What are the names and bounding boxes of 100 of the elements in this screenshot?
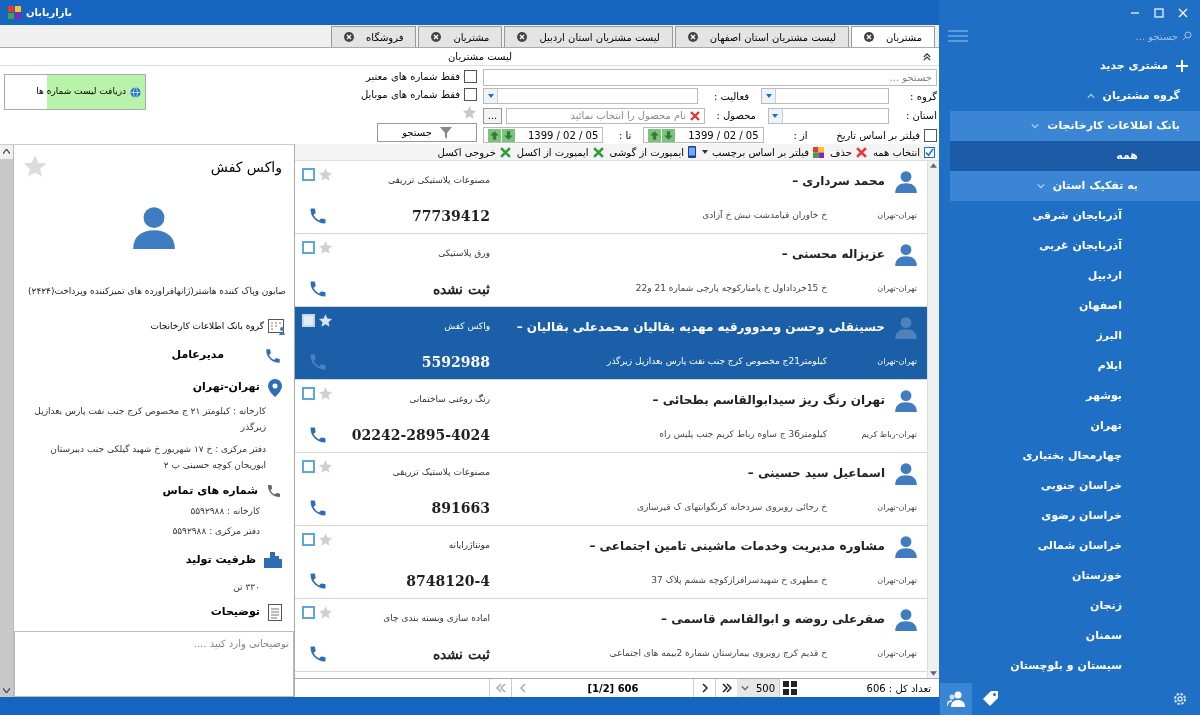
fetch-numbers-button[interactable]: دریافت لیست شماره ها (4, 74, 146, 110)
nav-item[interactable]: بانک اطلاعات کارخانجات (950, 111, 1200, 141)
nav-item[interactable]: البرز (950, 321, 1200, 351)
first-page-icon[interactable] (494, 682, 507, 694)
nav-item[interactable]: اصفهان (950, 291, 1200, 321)
nav-item[interactable]: همه (950, 141, 1200, 171)
close-icon[interactable] (344, 32, 355, 42)
dropdown-toggle[interactable] (484, 89, 498, 104)
nav-item[interactable]: آذربایجان شرقی (950, 201, 1200, 231)
checkbox[interactable] (464, 70, 477, 83)
nav-item[interactable]: خراسان رضوی (950, 501, 1200, 531)
star-icon[interactable] (318, 605, 333, 620)
toolbar-button[interactable]: ایمپورت از اکسل (516, 144, 604, 160)
nav-item[interactable]: تهران (950, 411, 1200, 441)
address-text: خ رجائی روبروی سردخانه کرنگوانتهای ک قیرسازی (635, 501, 827, 515)
select-all-button[interactable]: انتخاب همه (872, 144, 935, 160)
close-icon[interactable] (687, 32, 698, 42)
nav-item[interactable]: خراسان جنوبی (950, 471, 1200, 501)
sidebar-search-field[interactable]: جستجو ... (1098, 28, 1178, 44)
settings-icon[interactable] (1172, 691, 1188, 707)
scroll-up-icon (3, 149, 10, 154)
checkbox[interactable] (464, 88, 477, 101)
page-info: [1/2] 606 (586, 681, 640, 696)
checkbox[interactable] (302, 606, 315, 619)
date-value: 1399 / 02 / 05 (688, 128, 759, 143)
nav-item[interactable]: چهارمحال بختیاری (950, 441, 1200, 471)
location-text: تهران-تهران (876, 575, 917, 587)
star-icon[interactable] (318, 313, 333, 328)
tab[interactable]: فروشگاه (331, 26, 417, 47)
scrollbar[interactable] (927, 161, 939, 678)
checkbox[interactable] (302, 533, 315, 546)
search-field[interactable]: جستجو ... (483, 69, 937, 86)
date-field[interactable]: 1399 / 02 / 05 (643, 127, 764, 144)
nav-item[interactable]: خوزستان (950, 561, 1200, 591)
page-size-dropdown[interactable]: 500 (737, 679, 779, 697)
star-icon[interactable] (318, 386, 333, 401)
nav-item[interactable]: مشتری جدید (940, 51, 1200, 81)
nav-item[interactable]: به تفکیک استان (950, 171, 1200, 201)
dropdown-toggle[interactable] (768, 108, 783, 123)
browse-button[interactable]: ... (483, 107, 502, 124)
nav-item[interactable]: سمنان (950, 621, 1200, 651)
checkbox[interactable] (302, 460, 315, 473)
phone-icon (264, 346, 282, 365)
grid-icon[interactable] (782, 681, 797, 695)
dropdown-field[interactable] (483, 88, 698, 105)
product-text: مصنوعات پلاستیک تزریقی (391, 466, 490, 480)
tab[interactable]: لیست مشتریان استان اردبیل (504, 26, 673, 47)
tab[interactable]: مشتریان (418, 26, 503, 47)
checkbox[interactable] (302, 387, 315, 400)
nav-item[interactable]: بوشهر (950, 381, 1200, 411)
tag-icon[interactable] (982, 690, 1000, 708)
tab[interactable]: لیست مشتریان استان اصفهان (674, 26, 849, 47)
phone-number: 5592988 (420, 352, 490, 372)
star-icon[interactable] (462, 105, 477, 120)
maximize-icon[interactable] (1154, 7, 1164, 18)
product-text: رنگ روغنی ساختمانی (408, 393, 490, 407)
up-arrow-icon[interactable] (488, 128, 501, 142)
tab[interactable]: مشتریان (851, 26, 935, 47)
notes-field[interactable]: توضیحاتی وارد کنید .... (14, 631, 294, 697)
star-icon[interactable] (22, 153, 48, 179)
nav-item[interactable]: گروه مشتریان (940, 81, 1200, 111)
star-icon[interactable] (318, 167, 333, 182)
nav-item[interactable]: زنجان (950, 591, 1200, 621)
toolbar-button[interactable]: خروجی اکسل (437, 144, 511, 160)
close-icon[interactable] (431, 32, 442, 42)
star-icon[interactable] (318, 459, 333, 474)
up-arrow-icon[interactable] (648, 128, 662, 142)
nav-item[interactable]: خراسان شمالی (950, 531, 1200, 561)
search-button[interactable]: جستجو (377, 123, 477, 142)
close-icon[interactable] (864, 32, 874, 42)
toolbar-button[interactable]: حذف (830, 144, 867, 160)
dropdown-field[interactable] (767, 107, 889, 124)
collapse-icon[interactable] (923, 52, 931, 61)
date-field[interactable]: 1399 / 02 / 05 (483, 127, 604, 144)
dropdown-field[interactable] (761, 88, 889, 105)
nav-item[interactable]: سیستان و بلوچستان (950, 651, 1200, 681)
down-arrow-icon[interactable] (662, 128, 676, 142)
product-text: اماده سازی وبسته بندی چای (382, 612, 490, 626)
nav-item[interactable]: ایلام (950, 351, 1200, 381)
scrollbar[interactable] (0, 145, 14, 697)
users-icon[interactable] (947, 691, 965, 707)
checkbox[interactable] (924, 146, 935, 158)
nav-item[interactable]: اردبیل (950, 261, 1200, 291)
dropdown-toggle[interactable] (762, 89, 776, 104)
close-icon[interactable] (1178, 7, 1188, 18)
close-icon[interactable] (517, 32, 528, 42)
star-icon[interactable] (318, 240, 333, 255)
down-arrow-icon[interactable] (502, 128, 515, 142)
globe-icon (130, 86, 141, 98)
app-logo-icon (8, 5, 22, 20)
checkbox[interactable] (302, 241, 315, 254)
toolbar-button[interactable]: ایمپورت از گوشی (609, 144, 696, 160)
nav-item[interactable]: آذربایجان غربی (950, 231, 1200, 261)
last-page-icon[interactable] (720, 682, 733, 694)
clear-icon[interactable] (689, 110, 700, 121)
star-icon[interactable] (318, 532, 333, 547)
toolbar-button[interactable]: فیلتر بر اساس برچسب (702, 144, 825, 160)
checkbox[interactable] (924, 128, 937, 142)
product-field[interactable]: نام محصول را انتخاب نمائید (506, 107, 705, 124)
checkbox[interactable] (302, 168, 315, 181)
